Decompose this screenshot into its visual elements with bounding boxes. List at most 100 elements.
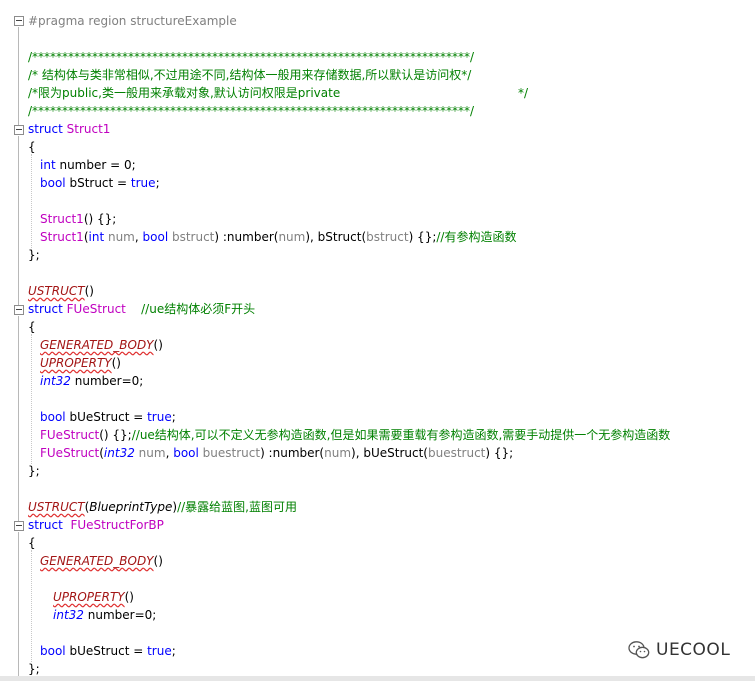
code-line: }; (28, 246, 40, 264)
type-name: FUeStruct (66, 302, 126, 316)
macro: USTRUCT (28, 500, 85, 514)
code-text: () (124, 590, 134, 604)
comment: /***************************************… (28, 50, 475, 64)
keyword: true (147, 644, 172, 658)
type-name: Struct1 (66, 122, 111, 136)
keyword: struct (28, 518, 63, 532)
code-line: /***************************************… (28, 102, 474, 120)
keyword: bool (40, 410, 66, 424)
keyword: bool (40, 176, 66, 190)
param: num (104, 230, 135, 244)
code-line: Struct1() {}; (40, 210, 116, 228)
specifier: BlueprintType (89, 500, 173, 514)
code-text: bUeStruct = (65, 410, 148, 424)
comment: */ (518, 86, 529, 100)
code-line: */ (518, 84, 528, 102)
code-line: UPROPERTY() (53, 588, 134, 606)
watermark-text: UECOOL (656, 640, 731, 660)
code-text: number=0; (83, 608, 157, 622)
code-text: () (111, 356, 121, 370)
comment: //ue结构体必须F开头 (141, 302, 256, 316)
code-line: /*限为public,类一般用来承载对象,默认访问权限是private (28, 84, 340, 102)
brace: { (28, 320, 36, 334)
keyword: bool (142, 230, 169, 244)
code-text: number=0; (70, 374, 144, 388)
horizontal-scrollbar[interactable] (0, 676, 755, 681)
collapse-fuestructforbp-icon[interactable] (14, 521, 24, 531)
indent-guide (31, 154, 32, 252)
code-editor[interactable]: #pragma region structureExample /*******… (0, 0, 755, 681)
code-text: () (153, 554, 163, 568)
code-line: Struct1(int num, bool bstruct) :number(n… (40, 228, 516, 246)
param: buestruct (198, 446, 261, 460)
code-text: number = 0; (55, 158, 136, 172)
keyword: struct (28, 302, 63, 316)
code-line: GENERATED_BODY() (40, 336, 163, 354)
wechat-icon (628, 641, 650, 659)
macro: GENERATED_BODY (40, 554, 154, 568)
code-text: ) {}; (408, 230, 437, 244)
param: bstruct (366, 230, 409, 244)
gutter-line (18, 136, 19, 305)
param: buestruct (427, 446, 486, 460)
comment: /***************************************… (28, 104, 475, 118)
keyword: bool (173, 446, 199, 460)
brace: }; (28, 464, 40, 478)
param: num (324, 446, 352, 460)
code-text: ; (171, 644, 176, 658)
code-line: int32 number=0; (53, 606, 156, 624)
code-line: GENERATED_BODY() (40, 552, 163, 570)
watermark: UECOOL (628, 638, 730, 662)
keyword: true (130, 176, 156, 190)
keyword: int32 (103, 446, 135, 460)
keyword: int32 (53, 608, 84, 622)
keyword: true (147, 410, 172, 424)
comment: //ue结构体,可以不定义无参构造函数,但是如果需要重载有参构造函数,需要手动提… (131, 428, 671, 442)
keyword: bool (40, 644, 66, 658)
brace: { (28, 536, 36, 550)
code-line: UPROPERTY() (40, 354, 121, 372)
code-text: ) :number( (260, 446, 325, 460)
collapse-struct1-icon[interactable] (14, 125, 24, 135)
param: num (278, 230, 306, 244)
code-line: struct FUeStructForBP (28, 516, 164, 534)
code-line: USTRUCT(BlueprintType)//暴露给蓝图,蓝图可用 (28, 498, 297, 516)
comment: /* 结构体与类非常相似,不过用途不同,结构体一般用来存储数据,所以默认是访问权… (28, 68, 472, 82)
code-text: () {}; (83, 212, 117, 226)
code-line: FUeStruct() {};//ue结构体,可以不定义无参构造函数,但是如果需… (40, 426, 670, 444)
collapse-fuestruct-icon[interactable] (14, 305, 24, 315)
type-name: Struct1 (40, 230, 84, 244)
keyword: int (88, 230, 105, 244)
brace: }; (28, 662, 40, 676)
code-line: struct Struct1 (28, 120, 110, 138)
code-text: () (84, 284, 94, 298)
comment: //有参构造函数 (436, 230, 517, 244)
gutter-line (18, 532, 19, 681)
code-line: bool bUeStruct = true; (40, 642, 176, 660)
code-line: bool bStruct = true; (40, 174, 160, 192)
code-text: ) {}; (485, 446, 514, 460)
code-text: () (153, 338, 163, 352)
param: bstruct (168, 230, 215, 244)
macro: UPROPERTY (53, 590, 125, 604)
comment: /*限为public,类一般用来承载对象,默认访问权限是private (28, 86, 341, 100)
code-line: int number = 0; (40, 156, 136, 174)
code-line: USTRUCT() (28, 282, 94, 300)
code-line: FUeStruct(int32 num, bool buestruct) :nu… (40, 444, 513, 462)
code-line: int32 number=0; (40, 372, 143, 390)
gutter-line (18, 316, 19, 521)
code-line: /***************************************… (28, 48, 474, 66)
macro: GENERATED_BODY (40, 338, 154, 352)
keyword: int32 (40, 374, 71, 388)
code-line: bool bUeStruct = true; (40, 408, 176, 426)
code-line: { (28, 534, 36, 552)
collapse-region-icon[interactable] (14, 16, 24, 26)
keyword: struct (28, 122, 63, 136)
type-name: FUeStruct (40, 446, 100, 460)
code-text: ; (155, 176, 160, 190)
code-line: struct FUeStruct //ue结构体必须F开头 (28, 300, 255, 318)
type-name: Struct1 (40, 212, 84, 226)
code-text: ), bUeStruct( (351, 446, 428, 460)
keyword: int (40, 158, 56, 172)
indent-guide (31, 550, 32, 662)
